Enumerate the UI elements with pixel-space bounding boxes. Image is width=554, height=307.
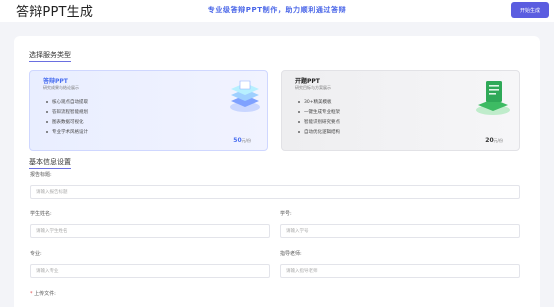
layered-stack-illustration-icon xyxy=(230,80,260,112)
price: 20元/份 xyxy=(485,137,503,144)
service-name: 开题PPT xyxy=(295,78,320,85)
price-value: 20 xyxy=(485,137,494,144)
required-mark: * xyxy=(30,291,33,297)
service-subtitle: 研究目标与方案展示 xyxy=(295,85,331,90)
major-input[interactable] xyxy=(30,264,270,278)
green-document-illustration-icon xyxy=(476,81,510,115)
price: 50元/份 xyxy=(233,137,251,144)
feature-item: 自动优化逻辑结构 xyxy=(298,130,340,135)
feature-item: 核心观点自动提取 xyxy=(46,100,88,105)
service-name: 答辩PPT xyxy=(43,78,68,85)
price-unit: 元/份 xyxy=(493,138,503,143)
feature-item: 答辩流程智能规划 xyxy=(46,110,88,115)
major-label: 专业: xyxy=(30,251,42,257)
report-title-input[interactable] xyxy=(30,185,520,199)
form-card: 选择服务类型 答辩PPT 研究成果与结论展示 核心观点自动提取 答辩流程智能规划… xyxy=(14,36,540,307)
service-section-title: 选择服务类型 xyxy=(29,51,71,62)
advisor-input[interactable] xyxy=(280,264,520,278)
start-generate-button[interactable]: 开始生成 xyxy=(511,2,549,18)
feature-item: 一键生成专业框架 xyxy=(298,110,340,115)
upload-label: * 上传文件: xyxy=(30,290,56,297)
price-value: 50 xyxy=(233,137,242,144)
top-bar: 答辩PPT生成 专业级答辩PPT制作，助力顺利通过答辩 开始生成 xyxy=(0,0,554,22)
report-title-label: 报告标题: xyxy=(30,172,52,178)
feature-item: 智能识别研究要点 xyxy=(298,120,340,125)
upload-label-text: 上传文件: xyxy=(34,291,56,297)
price-unit: 元/份 xyxy=(241,138,251,143)
feature-item: 专业学术风格设计 xyxy=(46,130,88,135)
service-option-proposal-ppt[interactable]: 开题PPT 研究目标与方案展示 30+精美模板 一键生成专业框架 智能识别研究要… xyxy=(281,70,520,151)
feature-item: 图表数据可视化 xyxy=(46,120,84,125)
service-subtitle: 研究成果与结论展示 xyxy=(43,85,79,90)
tagline: 专业级答辩PPT制作，助力顺利通过答辩 xyxy=(207,6,347,14)
advisor-label: 指导老师: xyxy=(280,251,302,257)
basic-info-section-title: 基本信息设置 xyxy=(29,158,71,169)
feature-item: 30+精美模板 xyxy=(298,100,332,105)
student-id-label: 学号: xyxy=(280,211,292,217)
student-id-input[interactable] xyxy=(280,224,520,238)
student-name-label: 学生姓名: xyxy=(30,211,52,217)
student-name-input[interactable] xyxy=(30,224,270,238)
service-option-defense-ppt[interactable]: 答辩PPT 研究成果与结论展示 核心观点自动提取 答辩流程智能规划 图表数据可视… xyxy=(29,70,268,151)
